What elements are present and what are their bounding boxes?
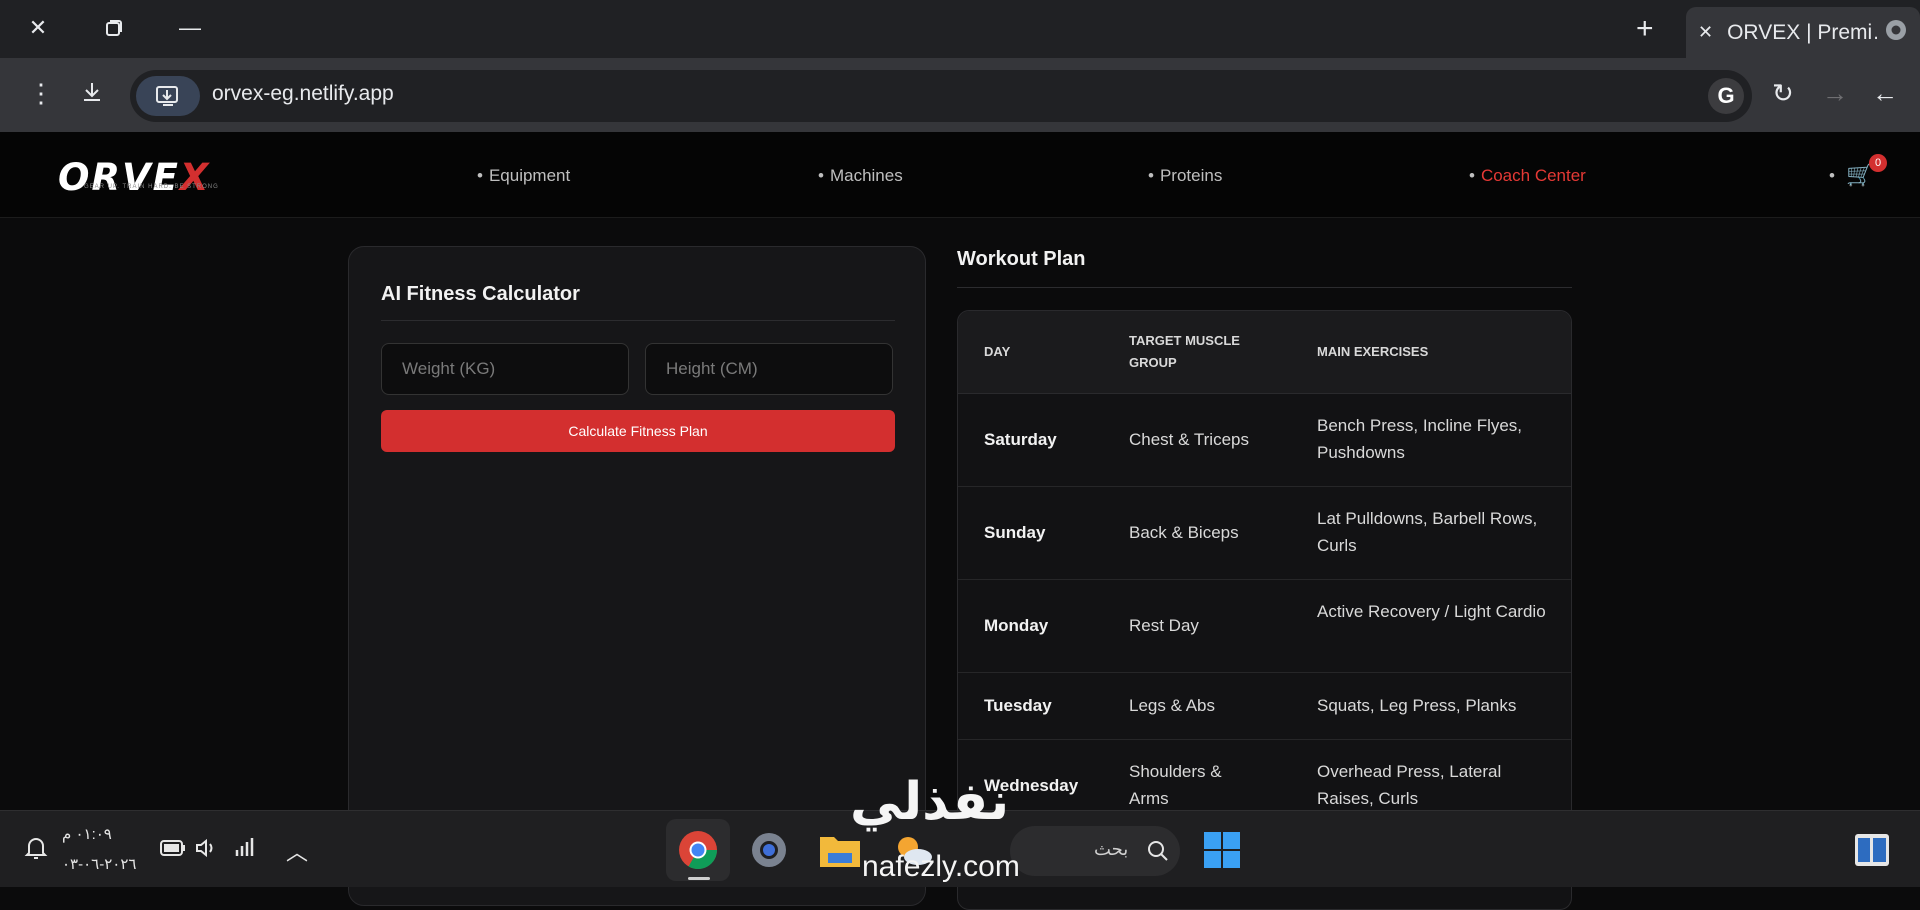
chrome-icon xyxy=(1885,19,1907,46)
address-bar[interactable]: orvex-eg.netlify.app G xyxy=(130,70,1752,122)
weight-input[interactable] xyxy=(381,343,629,395)
table-row: Tuesday Legs & Abs Squats, Leg Press, Pl… xyxy=(958,673,1571,740)
search-icon xyxy=(1146,839,1170,868)
row-day: Saturday xyxy=(984,430,1057,449)
close-window-icon[interactable]: ✕ xyxy=(20,10,56,46)
row-exercises: Squats, Leg Press, Planks xyxy=(1317,696,1517,715)
nav-label: Proteins xyxy=(1159,166,1223,185)
install-app-icon[interactable] xyxy=(136,76,200,116)
nav-machines[interactable]: • Machines xyxy=(818,166,903,186)
row-exercises: Active Recovery / Light Cardio xyxy=(1317,602,1546,621)
browser-tab[interactable]: ✕ ORVEX | Premi… xyxy=(1686,7,1920,58)
nav-label: Coach Center xyxy=(1480,166,1586,185)
table-header: DAY TARGET MUSCLE GROUP MAIN EXERCISES xyxy=(958,311,1571,394)
clock-time[interactable]: ٠١:٠٩ م xyxy=(62,825,112,843)
header-group: TARGET MUSCLE GROUP xyxy=(1129,330,1240,374)
browser-tab-bar: ✕ — + ✕ ORVEX | Premi… xyxy=(0,0,1920,58)
row-exercises: Bench Press, Incline Flyes, Pushdowns xyxy=(1317,416,1523,462)
google-icon[interactable]: G xyxy=(1708,78,1744,114)
nav-cart-dot: • xyxy=(1829,166,1835,185)
minimize-window-icon[interactable]: — xyxy=(172,10,208,46)
close-tab-icon[interactable]: ✕ xyxy=(1698,22,1713,43)
height-input[interactable] xyxy=(645,343,893,395)
table-row: Saturday Chest & Triceps Bench Press, In… xyxy=(958,394,1571,487)
row-group: Shoulders & Arms xyxy=(1129,762,1222,808)
header-group-line2: GROUP xyxy=(1129,355,1177,370)
tab-title: ORVEX | Premi… xyxy=(1727,20,1878,44)
new-tab-button[interactable]: + xyxy=(1636,12,1654,46)
row-exercises: Lat Pulldowns, Barbell Rows, Curls xyxy=(1317,509,1538,555)
search-label: بحث xyxy=(1094,839,1129,859)
nav-proteins[interactable]: • Proteins xyxy=(1148,166,1222,186)
url-text[interactable]: orvex-eg.netlify.app xyxy=(212,82,394,106)
row-day: Monday xyxy=(984,616,1049,635)
settings-app-icon[interactable] xyxy=(748,829,790,876)
orvex-logo[interactable]: ORVEX xyxy=(58,156,210,199)
header-day: DAY xyxy=(984,344,1011,359)
taskbar-search[interactable]: بحث xyxy=(1010,826,1180,876)
divider xyxy=(381,320,895,321)
nav-coach-center[interactable]: • Coach Center xyxy=(1469,166,1586,186)
watermark-latin: nafezly.com xyxy=(862,850,1020,883)
site-header: ORVEX GEAR UP. TRAIN HARD. BE STRONG • Eq… xyxy=(0,132,1920,218)
volume-icon[interactable] xyxy=(194,836,218,865)
back-icon[interactable]: ← xyxy=(1872,78,1898,109)
row-group: Chest & Triceps xyxy=(1129,430,1249,449)
download-icon[interactable] xyxy=(80,80,104,111)
chevron-up-icon[interactable]: ︿ xyxy=(286,835,308,867)
logo-tagline: GEAR UP. TRAIN HARD. BE STRONG xyxy=(84,184,219,190)
row-group: Back & Biceps xyxy=(1129,523,1239,542)
table-row: Monday Rest Day Active Recovery / Light … xyxy=(958,580,1571,673)
row-exercises: Overhead Press, Lateral Raises, Curls xyxy=(1317,762,1502,808)
workout-plan-title: Workout Plan xyxy=(957,248,1086,270)
notification-bell-icon[interactable] xyxy=(24,835,48,866)
row-day: Tuesday xyxy=(984,696,1052,715)
logo-x-letter: X xyxy=(179,156,211,199)
watermark-arabic: نفذلي xyxy=(850,772,1010,832)
calculate-plan-button[interactable]: Calculate Fitness Plan xyxy=(381,410,895,452)
reload-icon[interactable]: ↻ xyxy=(1772,78,1794,109)
active-indicator xyxy=(688,877,710,880)
nav-label: Equipment xyxy=(488,166,571,185)
fitness-calculator-card: AI Fitness Calculator Calculate Fitness … xyxy=(348,246,926,906)
header-group-line1: TARGET MUSCLE xyxy=(1129,333,1240,348)
signal-icon[interactable] xyxy=(234,836,256,863)
nav-equipment[interactable]: • Equipment xyxy=(477,166,570,186)
row-day: Sunday xyxy=(984,523,1046,542)
header-exercises: MAIN EXERCISES xyxy=(1317,344,1429,359)
row-group: Legs & Abs xyxy=(1129,696,1216,715)
menu-kebab-icon[interactable]: ⋮ xyxy=(28,78,54,109)
chrome-app-icon[interactable] xyxy=(677,829,719,876)
calculator-title: AI Fitness Calculator xyxy=(381,283,580,305)
widgets-icon[interactable] xyxy=(1854,833,1890,872)
battery-icon[interactable] xyxy=(160,839,186,862)
divider xyxy=(957,287,1572,288)
browser-toolbar: ⋮ orvex-eg.netlify.app G ↻ → ← xyxy=(0,58,1920,132)
table-row: Sunday Back & Biceps Lat Pulldowns, Barb… xyxy=(958,487,1571,580)
restore-window-icon[interactable] xyxy=(96,10,132,46)
start-icon[interactable] xyxy=(1203,831,1241,874)
clock-date[interactable]: ٢٠٢٦-٠٦-٠٣ xyxy=(62,855,136,873)
cart-badge: 0 xyxy=(1869,154,1887,172)
nav-label: Machines xyxy=(829,166,903,185)
forward-icon[interactable]: → xyxy=(1822,78,1848,109)
file-explorer-icon[interactable] xyxy=(818,831,862,874)
row-group: Rest Day xyxy=(1129,616,1199,635)
